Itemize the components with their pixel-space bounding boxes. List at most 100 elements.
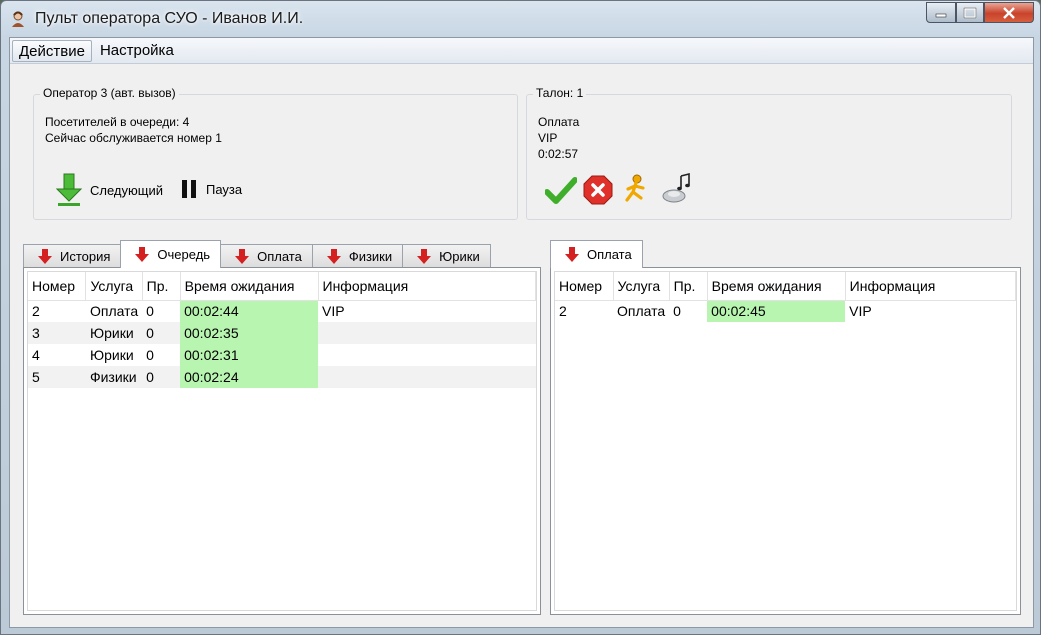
ticket-info: VIP [538,131,558,145]
client-area: Действие Настройка Оператор 3 (авт. вызо… [9,37,1034,628]
table-row[interactable]: 2 Оплата 0 00:02:45 VIP [555,300,1015,322]
cancel-icon[interactable] [583,175,613,205]
column-wait-time[interactable]: Время ожидания [707,272,846,301]
menu-settings[interactable]: Настройка [94,40,180,62]
cell-priority: 0 [146,303,154,320]
title-bar[interactable]: Пульт оператора СУО - Иванов И.И. [1,1,1040,37]
cell-number: 2 [32,303,40,320]
ticket-service: Оплата [538,115,580,129]
pause-button[interactable]: Пауза [180,179,242,199]
maximize-icon [963,7,977,18]
cell-info: VIP [322,303,345,320]
column-wait-time[interactable]: Время ожидания [180,272,319,301]
pause-label: Пауза [206,181,243,197]
column-priority[interactable]: Пр. [669,272,708,301]
cell-number: 2 [559,303,567,320]
cell-service: Физики [85,366,143,388]
cell-priority: 0 [142,322,181,344]
tab-history[interactable]: История [23,244,122,268]
redirect-icon[interactable] [623,174,649,204]
table-header-row: Номер Услуга Пр. Время ожидания Информац… [28,272,537,301]
cell-priority: 0 [673,303,681,320]
payment-queue-table: Номер Услуга Пр. Время ожидания Информац… [555,272,1016,322]
arrow-down-icon [565,246,579,262]
minimize-icon [935,13,947,17]
next-arrow-icon [56,173,82,206]
cell-wait-time: 00:02:31 [180,344,319,366]
tab-label: Оплата [257,249,302,264]
table-row[interactable]: 2 Оплата 0 00:02:44 VIP [28,300,536,322]
close-icon [1003,6,1015,19]
column-number[interactable]: Номер [28,272,87,301]
arrow-down-icon [135,246,150,262]
column-service[interactable]: Услуга [613,272,670,301]
queue-table: Номер Услуга Пр. Время ожидания Информац… [28,272,537,388]
arrow-down-icon [235,248,250,264]
column-info[interactable]: Информация [318,272,537,301]
serving-text: Сейчас обслуживается номер 1 [45,131,222,145]
column-info[interactable]: Информация [845,272,1016,301]
cell-number: 4 [32,347,40,363]
ticket-title: Талон: 1 [533,86,587,100]
cell-info [318,344,535,366]
next-label: Следующий [90,182,163,198]
check-icon[interactable] [545,177,577,205]
cell-wait-time: 00:02:44 [180,300,319,322]
maximize-button[interactable] [956,2,984,23]
cell-service: Юрики [89,347,134,363]
tab-queue[interactable]: Очередь [120,240,222,268]
next-button[interactable]: Следующий [56,173,163,207]
tab-payment[interactable]: Оплата [220,244,313,268]
right-tab-strip: Оплата [550,240,643,268]
menu-bar: Действие Настройка [10,38,1033,64]
tab-payment-right[interactable]: Оплата [550,240,643,268]
cell-wait-time: 00:02:45 [707,300,846,322]
sound-icon[interactable] [661,172,695,206]
cell-wait-time: 00:02:35 [180,322,319,344]
arrow-down-icon [417,248,432,264]
tab-label: Физики [348,249,393,264]
queue-count-text: Посетителей в очереди: 4 [45,115,190,129]
table-row[interactable]: 5 Физики 0 00:02:24 [28,366,536,388]
column-number[interactable]: Номер [555,272,614,301]
arrow-down-icon [38,248,52,264]
cell-info: VIP [849,303,872,320]
close-button[interactable] [984,2,1034,23]
operator-icon [12,11,24,27]
column-priority[interactable]: Пр. [142,272,181,301]
tab-label: Юрики [439,249,480,264]
cell-info [318,366,536,388]
operator-group: Оператор 3 (авт. вызов) Посетителей в оч… [33,86,518,220]
cell-number: 3 [28,322,86,344]
tab-label: Очередь [157,247,211,262]
window-title: Пульт оператора СУО - Иванов И.И. [35,10,304,27]
right-table-panel: Номер Услуга Пр. Время ожидания Информац… [550,267,1021,615]
arrow-down-icon [326,248,341,264]
cell-service: Юрики [85,322,143,344]
app-window: Пульт оператора СУО - Иванов И.И. Действ… [0,0,1041,635]
tab-individuals[interactable]: Физики [311,244,404,268]
left-table-border: Номер Услуга Пр. Время ожидания Информац… [27,271,537,611]
cell-info [318,322,536,344]
menu-action[interactable]: Действие [12,39,92,62]
window-controls [926,2,1034,24]
column-service[interactable]: Услуга [85,272,143,301]
cell-service: Оплата [617,303,666,320]
tab-label: Оплата [587,247,632,262]
left-table-panel: Номер Услуга Пр. Время ожидания Информац… [23,267,541,615]
tab-legal-entities[interactable]: Юрики [402,244,491,268]
ticket-time: 0:02:57 [538,147,579,161]
table-row[interactable]: 4 Юрики 0 00:02:31 [28,344,536,366]
cell-wait-time: 00:02:24 [180,366,319,388]
minimize-button[interactable] [926,2,956,23]
pause-icon [182,180,196,198]
cell-service: Оплата [89,303,139,320]
operator-title: Оператор 3 (авт. вызов) [40,86,179,100]
table-row[interactable]: 3 Юрики 0 00:02:35 [28,322,536,344]
cell-number: 5 [28,366,86,388]
cell-priority: 0 [146,347,154,363]
table-header-row: Номер Услуга Пр. Время ожидания Информац… [555,272,1016,301]
right-table-border: Номер Услуга Пр. Время ожидания Информац… [554,271,1017,611]
cell-priority: 0 [142,366,181,388]
left-tab-strip: История Очередь Оплата Физики Юрики [23,240,491,268]
